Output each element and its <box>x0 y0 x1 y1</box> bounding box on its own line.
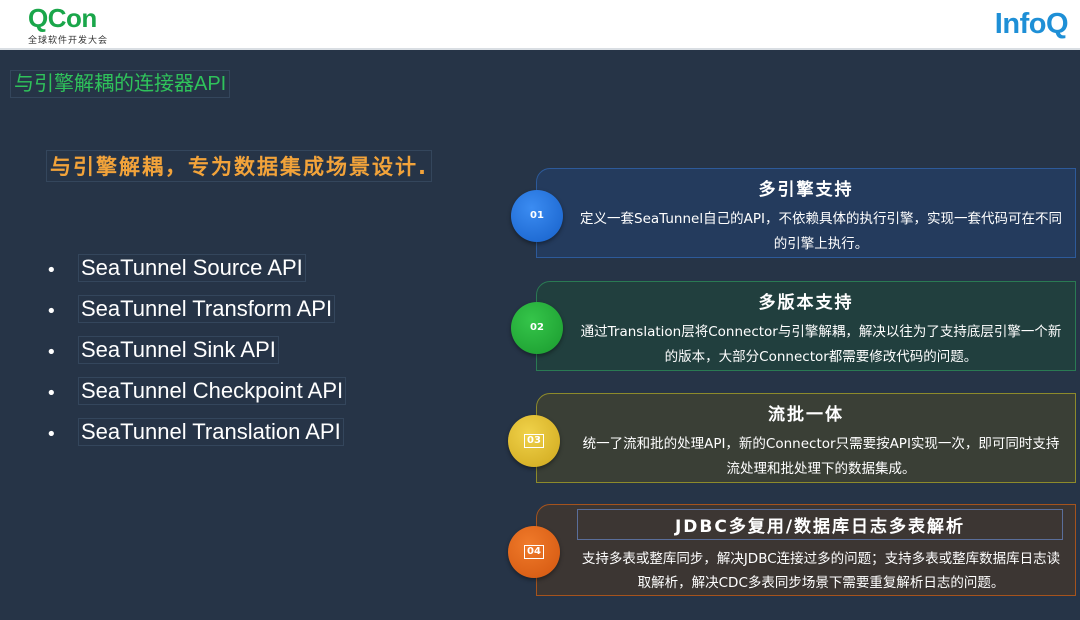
qcon-logo-text: QCon <box>28 3 97 33</box>
number-badge-02: 02 <box>511 302 563 354</box>
api-label: SeaTunnel Sink API <box>78 336 279 364</box>
slide-title: 与引擎解耦的连接器API <box>10 70 231 98</box>
bullet-icon: • <box>46 301 57 322</box>
qcon-logo: QCon 全球软件开发大会 <box>28 4 108 46</box>
api-label: SeaTunnel Transform API <box>78 295 336 323</box>
feature-card-multi-engine: 多引擎支持 定义一套SeaTunnel自己的API，不依赖具体的执行引擎，实现一… <box>536 168 1076 258</box>
badge-number: 01 <box>530 210 544 221</box>
card-title: 多引擎支持 <box>758 180 854 200</box>
bullet-icon: • <box>46 383 57 404</box>
bullet-icon: • <box>46 260 57 281</box>
card-description: 统一了流和批的处理API，新的Connector只需要按API实现一次，即可同时… <box>582 436 1060 477</box>
card-title: JDBC多复用/数据库日志多表解析 <box>577 509 1063 540</box>
number-badge-01: 01 <box>511 190 563 242</box>
card-title: 多版本支持 <box>758 293 854 313</box>
badge-number: 03 <box>524 434 544 448</box>
card-description: 通过Translation层将Connector与引擎解耦，解决以往为了支持底层… <box>580 324 1062 365</box>
infoq-logo: InfoQ <box>994 8 1069 41</box>
slide-subtitle: 与引擎解耦，专为数据集成场景设计. <box>46 150 432 182</box>
card-description: 支持多表或整库同步，解决JDBC连接过多的问题；支持多表或整库数据库日志读取解析… <box>581 551 1061 591</box>
bullet-icon: • <box>46 342 57 363</box>
badge-number: 04 <box>524 545 544 559</box>
qcon-tagline: 全球软件开发大会 <box>28 36 109 46</box>
feature-card-jdbc-multi-table: JDBC多复用/数据库日志多表解析 支持多表或整库同步，解决JDBC连接过多的问… <box>536 504 1076 596</box>
number-badge-03: 03 <box>508 415 560 467</box>
feature-card-multi-version: 多版本支持 通过Translation层将Connector与引擎解耦，解决以往… <box>536 281 1076 371</box>
api-label: SeaTunnel Checkpoint API <box>78 377 347 405</box>
api-label: SeaTunnel Translation API <box>78 418 344 446</box>
top-header: QCon 全球软件开发大会 InfoQ <box>0 0 1080 48</box>
badge-number: 02 <box>530 322 544 333</box>
bullet-icon: • <box>46 424 57 445</box>
api-label: SeaTunnel Source API <box>78 254 306 282</box>
feature-card-stream-batch: 流批一体 统一了流和批的处理API，新的Connector只需要按API实现一次… <box>536 393 1076 483</box>
card-description: 定义一套SeaTunnel自己的API，不依赖具体的执行引擎，实现一套代码可在不… <box>580 211 1062 252</box>
infoq-logo-text: InfoQ <box>994 8 1069 40</box>
card-title: 流批一体 <box>768 405 844 425</box>
number-badge-04: 04 <box>508 526 560 578</box>
